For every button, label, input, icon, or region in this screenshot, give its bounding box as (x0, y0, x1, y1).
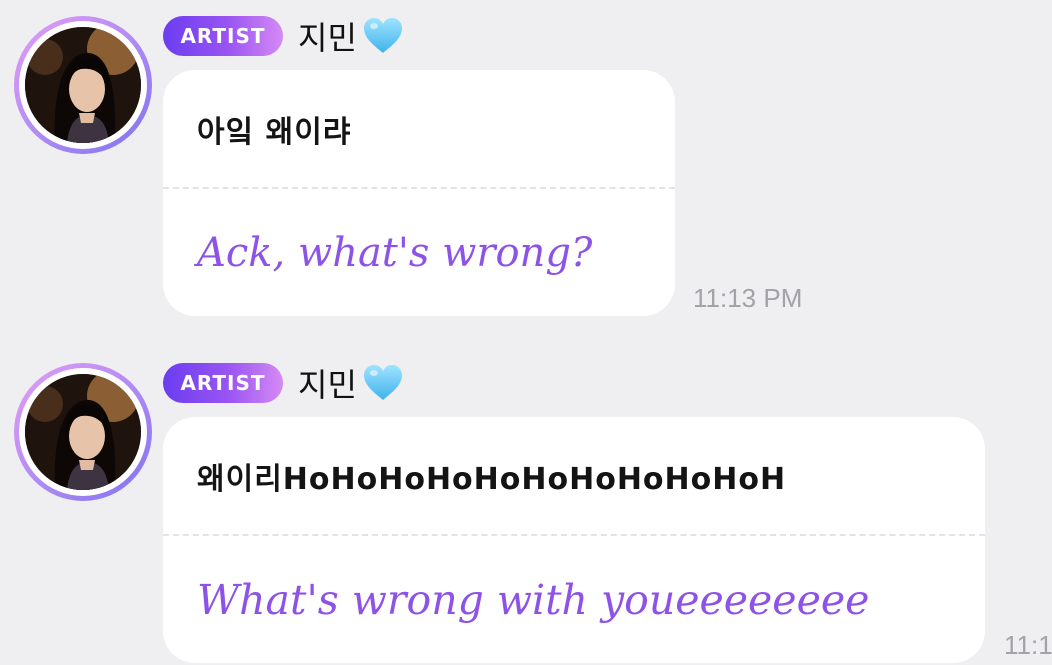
artist-badge: ARTIST (163, 16, 283, 56)
original-text: 아잌 왜이랴 (197, 114, 352, 150)
message-bubble[interactable]: 왜이리HoHoHoHoHoHoHoHoHoHoH What's wrong wi… (163, 417, 985, 663)
light-blue-heart-icon (361, 14, 405, 58)
chat-screen: ARTIST 지민 아잌 왜이랴 Ack, what's wrong? 11:1… (0, 0, 1052, 665)
sender-name-row[interactable]: 지민 (298, 360, 405, 406)
avatar[interactable] (14, 363, 152, 501)
original-text: 왜이리HoHoHoHoHoHoHoHoHoHoH (197, 461, 787, 497)
avatar-photo (25, 374, 141, 490)
message-bubble[interactable]: 아잌 왜이랴 Ack, what's wrong? (163, 70, 675, 316)
translation-text: Ack, what's wrong? (197, 229, 593, 276)
avatar-photo (25, 27, 141, 143)
artist-badge: ARTIST (163, 363, 283, 403)
message-timestamp: 11:13 PM (693, 283, 803, 313)
message-timestamp: 11:1 (1004, 630, 1052, 660)
sender-name: 지민 (298, 19, 357, 57)
sender-name-row[interactable]: 지민 (298, 13, 405, 59)
avatar[interactable] (14, 16, 152, 154)
sender-name: 지민 (298, 366, 357, 404)
translation-text: What's wrong with youeeeeeeee (197, 575, 870, 624)
light-blue-heart-icon (361, 361, 405, 405)
